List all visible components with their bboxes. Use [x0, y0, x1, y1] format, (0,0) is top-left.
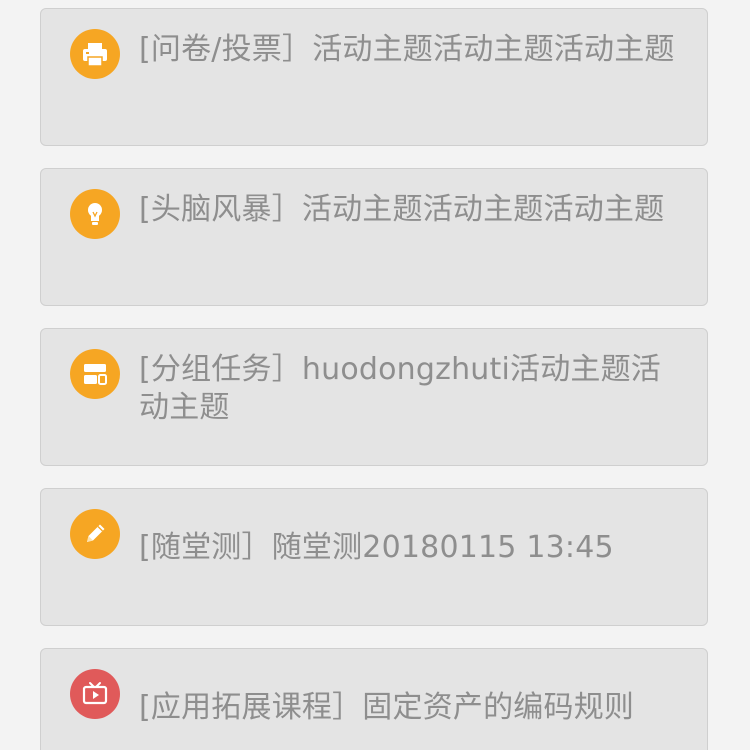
activity-title: [分组任务］huodongzhuti活动主题活动主题 [139, 352, 662, 425]
activity-list: [问卷/投票］活动主题活动主题活动主题 [头脑风暴］活动主题活动主题活动主题 [… [0, 0, 750, 750]
group-layout-icon [70, 349, 120, 399]
activity-card-brainstorm[interactable]: [头脑风暴］活动主题活动主题活动主题 [40, 168, 708, 306]
activity-card-course[interactable]: [应用拓展课程］固定资产的编码规则 [40, 648, 708, 750]
pencil-icon [70, 509, 120, 559]
tv-play-icon [70, 669, 120, 719]
activity-title: [头脑风暴］活动主题活动主题活动主题 [139, 192, 665, 227]
lightbulb-icon [70, 189, 120, 239]
activity-card-survey[interactable]: [问卷/投票］活动主题活动主题活动主题 [40, 8, 708, 146]
activity-card-group-task[interactable]: [分组任务］huodongzhuti活动主题活动主题 [40, 328, 708, 466]
activity-title: [应用拓展课程］固定资产的编码规则 [139, 690, 635, 725]
activity-title: [随堂测］随堂测20180115 13:45 [139, 530, 614, 565]
activity-card-quiz[interactable]: [随堂测］随堂测20180115 13:45 [40, 488, 708, 626]
activity-title: [问卷/投票］活动主题活动主题活动主题 [139, 32, 675, 67]
printer-icon [70, 29, 120, 79]
